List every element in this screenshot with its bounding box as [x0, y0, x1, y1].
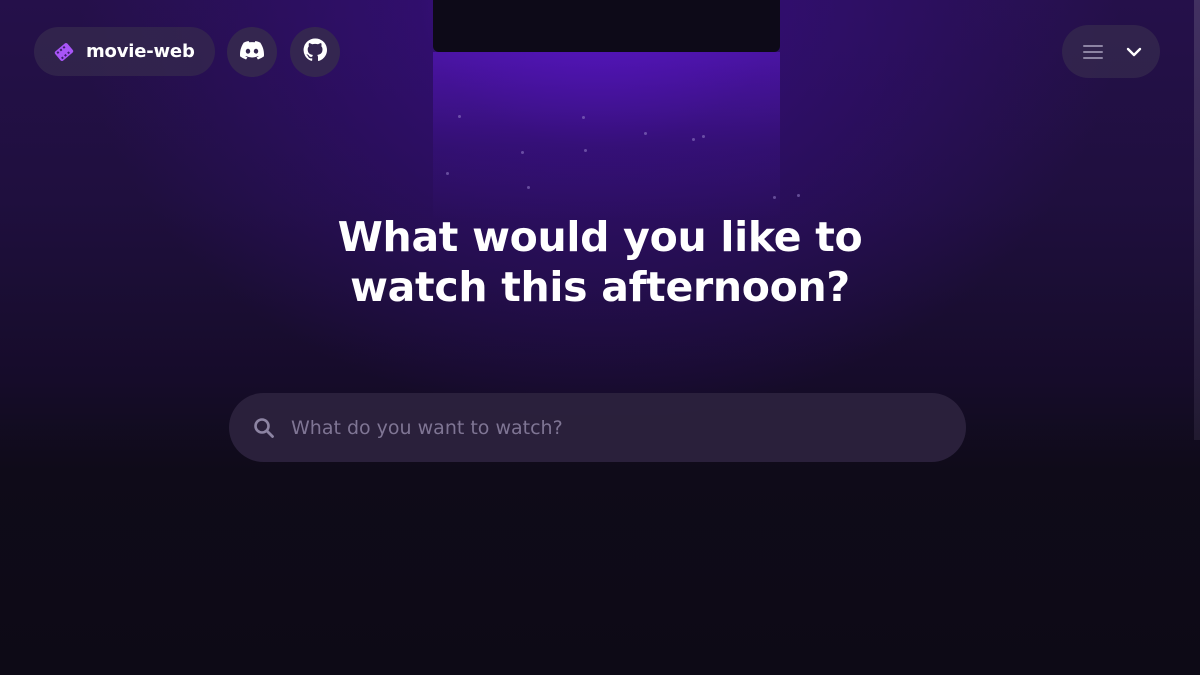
spotlight-fixture [433, 0, 780, 52]
particle [773, 196, 776, 199]
title-line-2: watch this afternoon? [350, 263, 850, 311]
discord-button[interactable] [227, 27, 277, 77]
github-icon [303, 38, 327, 66]
menu-dropdown-button[interactable] [1062, 25, 1160, 78]
search-icon [253, 417, 275, 439]
hamburger-menu-icon [1082, 44, 1104, 60]
particle [692, 138, 695, 141]
particle [582, 116, 585, 119]
particle [702, 135, 705, 138]
particle [527, 186, 530, 189]
particle [644, 132, 647, 135]
brand-label: movie-web [86, 41, 195, 62]
search-bar[interactable] [229, 393, 966, 462]
particle [458, 115, 461, 118]
particle [446, 172, 449, 175]
particle [797, 194, 800, 197]
scrollbar-track[interactable] [1194, 0, 1200, 440]
spotlight-beam [433, 52, 780, 222]
particle [584, 149, 587, 152]
page-title: What would you like to watch this aftern… [300, 212, 900, 312]
brand-logo-button[interactable]: movie-web [34, 27, 215, 76]
search-input[interactable] [289, 406, 966, 449]
particle [521, 151, 524, 154]
discord-icon [240, 40, 265, 64]
chevron-down-icon [1126, 47, 1142, 57]
film-icon [52, 40, 76, 64]
github-button[interactable] [290, 27, 340, 77]
title-line-1: What would you like to [337, 213, 863, 261]
